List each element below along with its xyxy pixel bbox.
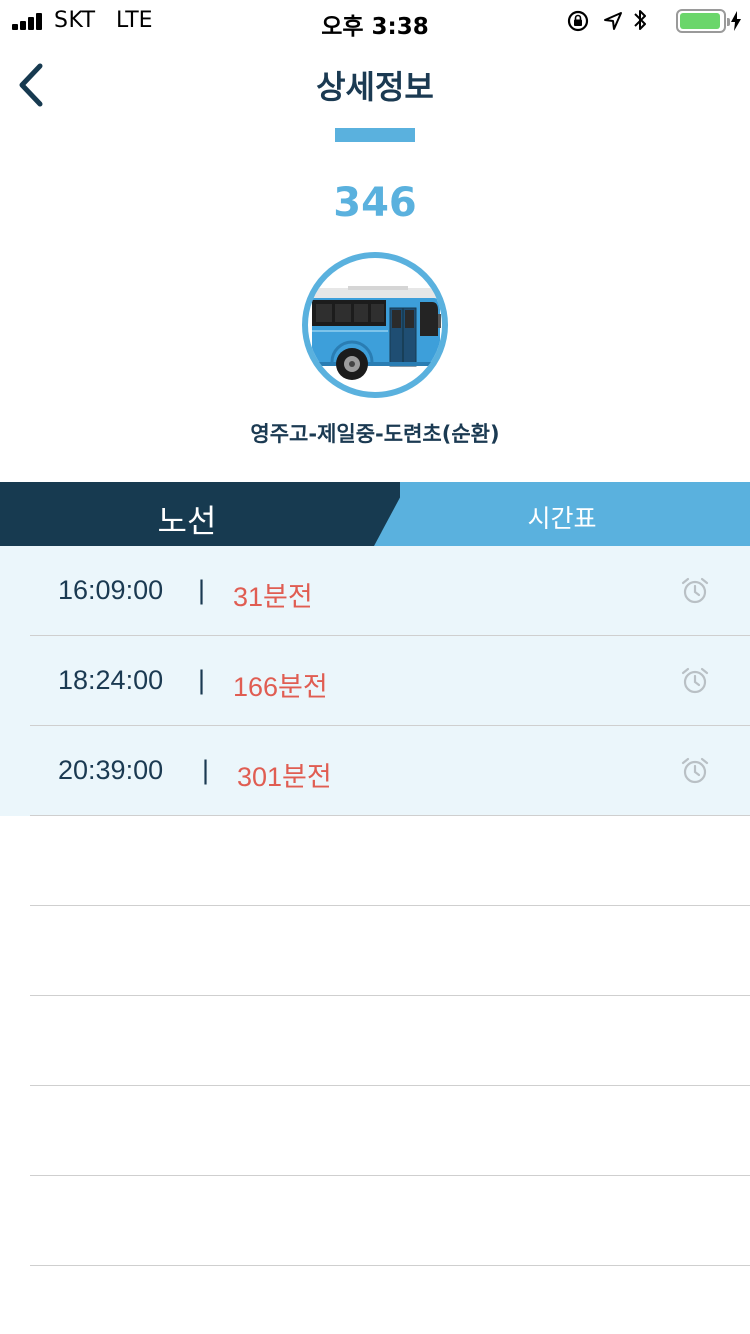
empty-row — [0, 1086, 750, 1176]
remaining-time: 31분전 — [233, 582, 313, 612]
empty-row — [0, 1176, 750, 1266]
route-name: 영주고-제일중-도련초(순환) — [250, 422, 500, 446]
tab-route-label: 노선 — [157, 502, 217, 540]
remaining-time: 166분전 — [233, 672, 328, 702]
separator: | — [198, 665, 206, 695]
timetable-row[interactable]: 16:09:00 | 31분전 — [0, 546, 750, 636]
tab-bar: 노선 시간표 — [0, 482, 750, 546]
empty-row — [0, 996, 750, 1086]
tab-timetable-label: 시간표 — [527, 504, 597, 533]
timetable-row[interactable]: 20:39:00 | 301분전 — [0, 726, 750, 816]
alarm-clock-icon[interactable] — [680, 756, 710, 786]
bluetooth-icon — [634, 10, 646, 30]
bus-image — [302, 252, 448, 398]
status-bar: SKT LTE 오후 3:38 — [0, 0, 750, 40]
status-icons — [566, 7, 742, 33]
alarm-clock-icon[interactable] — [680, 576, 710, 606]
timetable-list: 16:09:00 | 31분전 18:24:00 | 166분전 20:39:0… — [0, 546, 750, 1266]
remaining-time: 301분전 — [237, 762, 332, 792]
page-title: 상세정보 — [316, 68, 434, 106]
alarm-clock-icon[interactable] — [680, 666, 710, 696]
tab-route[interactable]: 노선 — [0, 482, 400, 546]
departure-time: 18:24:00 — [58, 665, 164, 695]
empty-row — [0, 906, 750, 996]
timetable-row[interactable]: 18:24:00 | 166분전 — [0, 636, 750, 726]
orientation-lock-icon — [567, 10, 589, 32]
charging-bolt-icon — [731, 11, 741, 31]
empty-row — [0, 816, 750, 906]
separator: | — [202, 755, 210, 785]
bus-icon — [312, 286, 441, 380]
separator: | — [198, 575, 206, 605]
bus-number: 346 — [333, 180, 417, 226]
departure-time: 16:09:00 — [58, 575, 164, 605]
battery-icon — [676, 9, 730, 33]
title-underline — [335, 128, 415, 142]
location-arrow-icon — [604, 12, 622, 30]
departure-time: 20:39:00 — [58, 755, 164, 785]
